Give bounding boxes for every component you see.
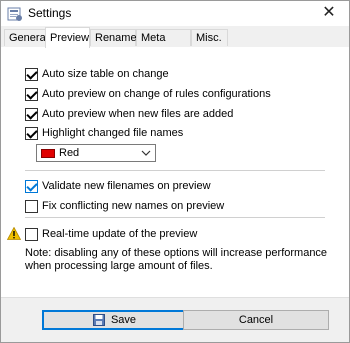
performance-note: Note: disabling any of these options wil… bbox=[25, 247, 328, 272]
auto-size-label: Auto size table on change bbox=[42, 68, 169, 80]
fix-conflicting-option[interactable]: Fix conflicting new names on preview bbox=[25, 199, 224, 213]
auto-preview-files-label: Auto preview when new files are added bbox=[42, 108, 234, 120]
tab-bar: General Preview Rename Meta Tags Misc. bbox=[1, 27, 349, 61]
auto-size-checkbox[interactable] bbox=[25, 67, 38, 81]
auto-preview-rules-option[interactable]: Auto preview on change of rules configur… bbox=[25, 87, 271, 101]
save-button[interactable]: Save bbox=[42, 310, 187, 330]
tab-misc[interactable]: Misc. bbox=[191, 29, 228, 46]
separator bbox=[25, 170, 325, 171]
cancel-button[interactable]: Cancel bbox=[183, 310, 329, 330]
save-label: Save bbox=[110, 314, 137, 326]
window-title: Settings bbox=[28, 6, 72, 20]
title-bar: Settings ✕ bbox=[1, 1, 349, 26]
preview-panel: Auto size table on change Auto preview o… bbox=[1, 47, 349, 297]
fix-conflicting-label: Fix conflicting new names on preview bbox=[42, 200, 225, 212]
chevron-down-icon bbox=[141, 150, 151, 156]
highlight-color-select[interactable]: Red bbox=[36, 144, 156, 162]
highlight-color-value: Red bbox=[59, 147, 80, 159]
realtime-option[interactable]: Real-time update of the preview bbox=[25, 227, 197, 241]
tab-rename[interactable]: Rename bbox=[90, 29, 137, 46]
validate-checkbox[interactable] bbox=[25, 179, 38, 193]
realtime-label: Real-time update of the preview bbox=[42, 228, 198, 240]
footer-divider bbox=[1, 297, 349, 298]
auto-size-option[interactable]: Auto size table on change bbox=[25, 67, 169, 81]
tab-preview[interactable]: Preview bbox=[45, 27, 90, 48]
validate-label: Validate new filenames on preview bbox=[42, 180, 211, 192]
validate-option[interactable]: Validate new filenames on preview bbox=[25, 179, 211, 193]
auto-preview-rules-label: Auto preview on change of rules configur… bbox=[42, 88, 271, 100]
tab-meta-tags[interactable]: Meta Tags bbox=[136, 29, 191, 61]
warning-icon bbox=[7, 227, 21, 240]
highlight-label: Highlight changed file names bbox=[42, 127, 184, 139]
highlight-option[interactable]: Highlight changed file names bbox=[25, 126, 183, 140]
color-swatch bbox=[41, 148, 55, 158]
auto-preview-files-checkbox[interactable] bbox=[25, 107, 38, 121]
settings-window: Settings ✕ General Preview Rename Meta T… bbox=[0, 0, 350, 343]
cancel-label: Cancel bbox=[238, 314, 274, 326]
save-icon bbox=[92, 314, 105, 326]
app-icon bbox=[7, 7, 22, 21]
auto-preview-files-option[interactable]: Auto preview when new files are added bbox=[25, 107, 233, 121]
close-button[interactable]: ✕ bbox=[315, 3, 343, 23]
fix-conflicting-checkbox[interactable] bbox=[25, 199, 38, 213]
separator bbox=[25, 217, 325, 218]
highlight-checkbox[interactable] bbox=[25, 126, 38, 140]
close-icon: ✕ bbox=[322, 4, 336, 21]
tab-general[interactable]: General bbox=[4, 29, 48, 46]
realtime-checkbox[interactable] bbox=[25, 227, 38, 241]
auto-preview-rules-checkbox[interactable] bbox=[25, 87, 38, 101]
